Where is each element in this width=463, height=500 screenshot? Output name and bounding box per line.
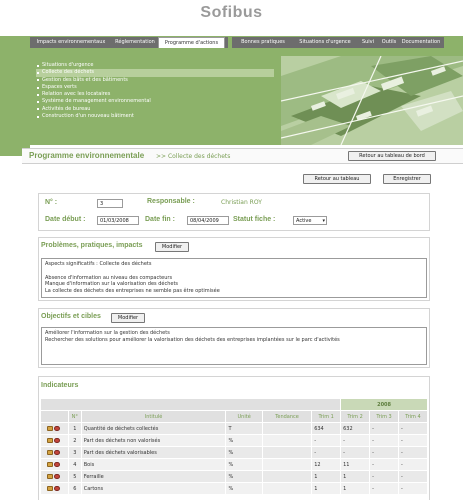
col-trim1: Trim 1: [311, 410, 342, 423]
date-debut-field[interactable]: 01/03/2008: [97, 216, 139, 225]
table-row: 3 Part des déchets valorisables % - - - …: [40, 446, 428, 459]
table-row: 2 Part des déchets non valorisés % - - -…: [40, 434, 428, 447]
fiche-header: N° : 3 Responsable : Christian ROY Date …: [38, 193, 430, 231]
col-num: N°: [67, 410, 82, 423]
nav-documentation[interactable]: Documentation: [400, 37, 442, 48]
app-logo: Sofibus: [200, 4, 263, 21]
statut-value: Active: [296, 218, 312, 224]
date-fin-label: Date fin :: [145, 216, 175, 223]
nav-bonnes-pratiques[interactable]: Bonnes pratiques: [234, 37, 292, 48]
page-title: Programme environnementale: [29, 151, 145, 160]
delete-icon[interactable]: [54, 461, 61, 467]
modify-problemes-button[interactable]: Modifier: [155, 242, 189, 252]
modify-objectifs-button[interactable]: Modifier: [111, 313, 145, 323]
col-trim3: Trim 3: [369, 410, 399, 423]
nav-impacts[interactable]: Impacts environnementaux: [32, 37, 110, 48]
save-button[interactable]: Enregistrer: [383, 174, 431, 184]
table-row: 5 Ferraille % 1 1 - -: [40, 470, 428, 483]
breadcrumb: >> Collecte des déchets: [156, 153, 231, 160]
objectifs-text[interactable]: Améliorer l'information sur la gestion d…: [41, 327, 427, 365]
menu-item-espaces-verts[interactable]: Espaces verts: [36, 84, 274, 91]
objectifs-section: Objectifs et cibles Modifier Améliorer l…: [38, 308, 430, 368]
delete-icon[interactable]: [54, 485, 61, 491]
nav-outils[interactable]: Outils: [378, 37, 400, 48]
nav-reglementation[interactable]: Réglementation: [112, 37, 158, 48]
num-field[interactable]: 3: [97, 199, 123, 208]
problemes-text[interactable]: Aspects significatifs : Collecte des déc…: [41, 258, 427, 298]
problemes-section: Problèmes, pratiques, impacts Modifier A…: [38, 237, 430, 301]
edit-icon[interactable]: [47, 473, 54, 479]
aerial-photo-graphic: [281, 56, 463, 145]
side-menu: Situations d'urgence Collecte des déchet…: [36, 62, 274, 120]
menu-item-systeme[interactable]: Système de management environnemental: [36, 98, 274, 105]
col-unite: Unité: [225, 410, 263, 423]
responsable-value: Christian ROY: [221, 199, 262, 206]
col-trim4: Trim 4: [398, 410, 428, 423]
menu-item-gestion[interactable]: Gestion des bâts et des bâtiments: [36, 77, 274, 84]
delete-icon[interactable]: [54, 473, 61, 479]
table-row: 6 Cartons % 1 1 - -: [40, 482, 428, 495]
problemes-title: Problèmes, pratiques, impacts: [41, 242, 143, 249]
nav-programme[interactable]: Programme d'actions: [158, 37, 225, 48]
responsable-label: Responsable :: [147, 198, 195, 205]
edit-icon[interactable]: [47, 485, 54, 491]
main-nav-right: Bonnes pratiques Situations d'urgence Su…: [232, 37, 444, 48]
table-row: 4 Bois % 12 11 - -: [40, 458, 428, 471]
right-band: [442, 36, 463, 56]
nav-situations-urgence[interactable]: Situations d'urgence: [294, 37, 356, 48]
back-to-table-button[interactable]: Retour au tableau: [303, 174, 371, 184]
num-label: N° :: [45, 199, 58, 206]
header-aerial-image: [281, 56, 463, 145]
date-fin-field[interactable]: 08/04/2009: [187, 216, 229, 225]
page: Sofibus Impacts environnementaux Régleme…: [0, 0, 463, 500]
col-trim2: Trim 2: [340, 410, 371, 423]
menu-item-activites[interactable]: Activités de bureau: [36, 106, 274, 113]
indicateurs-table: 2008 N° Intitulé Unité Tendance Trim 1 T…: [39, 398, 428, 495]
indicateurs-title: Indicateurs: [41, 382, 79, 389]
delete-icon[interactable]: [54, 437, 61, 443]
objectifs-title: Objectifs et cibles: [41, 313, 101, 320]
edit-icon[interactable]: [47, 425, 54, 431]
edit-icon[interactable]: [47, 461, 54, 467]
statut-label: Statut fiche :: [233, 216, 276, 223]
year-header: 2008: [340, 398, 428, 411]
edit-icon[interactable]: [47, 449, 54, 455]
table-row: 1 Quantité de déchets collectés T 634 63…: [40, 422, 428, 435]
menu-item-construction[interactable]: Construction d'un nouveau bâtiment: [36, 113, 274, 120]
date-debut-label: Date début :: [45, 216, 86, 223]
page-title-bar: Programme environnementale >> Collecte d…: [22, 148, 463, 164]
table-header-row: N° Intitulé Unité Tendance Trim 1 Trim 2…: [40, 410, 428, 423]
table-year-row: 2008: [39, 398, 428, 411]
statut-select[interactable]: Active ▾: [293, 216, 327, 225]
delete-icon[interactable]: [54, 449, 61, 455]
col-intitule: Intitulé: [80, 410, 227, 423]
col-tendance: Tendance: [261, 410, 313, 423]
edit-icon[interactable]: [47, 437, 54, 443]
delete-icon[interactable]: [54, 425, 61, 431]
nav-suivi[interactable]: Suivi: [358, 37, 378, 48]
back-to-board-button[interactable]: Retour au tableau de bord: [348, 151, 436, 161]
chevron-down-icon: ▾: [322, 218, 325, 224]
menu-item-collecte[interactable]: Collecte des déchets: [36, 69, 274, 77]
